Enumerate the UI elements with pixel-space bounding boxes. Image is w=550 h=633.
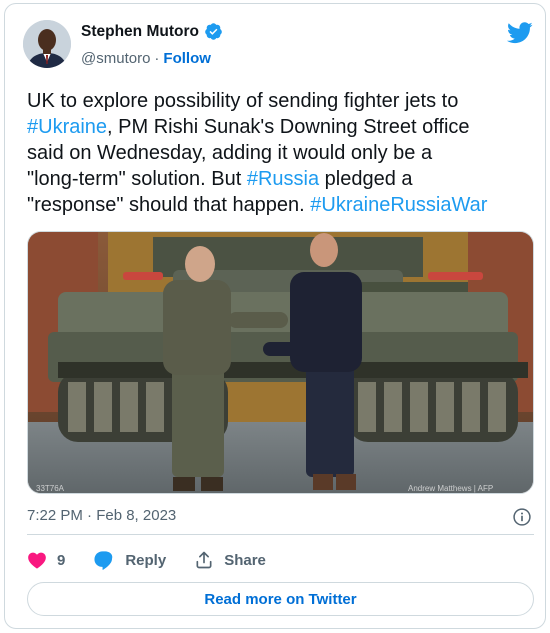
- photo-id: 33T76A: [36, 484, 65, 493]
- action-bar: 9 Reply Share: [27, 549, 294, 571]
- tweet-timestamp[interactable]: 7:22 PM · Feb 8, 2023: [27, 507, 176, 524]
- like-count: 9: [57, 551, 66, 569]
- hashtag-link[interactable]: #Ukraine: [27, 116, 107, 138]
- tweet-photo[interactable]: Andrew Matthews | AFP 33T76A: [27, 231, 534, 494]
- share-label: Share: [224, 551, 266, 569]
- reply-label: Reply: [125, 551, 167, 569]
- read-more-button[interactable]: Read more on Twitter: [27, 582, 534, 616]
- tweet-header: Stephen Mutoro @smutoro · Follow: [23, 16, 533, 72]
- tweet-text-segment: UK to explore possibility of sending fig…: [27, 90, 459, 112]
- reply-bubble-icon: [94, 551, 113, 570]
- author-name-row: Stephen Mutoro: [81, 22, 223, 41]
- share-button[interactable]: Share: [194, 550, 266, 570]
- hashtag-link[interactable]: #UkraineRussiaWar: [310, 194, 487, 216]
- divider: [27, 534, 534, 535]
- hashtag-link[interactable]: #Russia: [247, 168, 319, 190]
- follow-button[interactable]: Follow: [163, 50, 211, 67]
- timestamp-row: 7:22 PM · Feb 8, 2023: [27, 507, 534, 529]
- reply-button[interactable]: Reply: [93, 550, 166, 570]
- photo-credit: Andrew Matthews | AFP: [408, 484, 493, 493]
- separator-dot: ·: [154, 50, 160, 67]
- author-handle-row: @smutoro · Follow: [81, 50, 211, 67]
- info-icon[interactable]: [512, 507, 532, 527]
- tweet-text: UK to explore possibility of sending fig…: [27, 88, 537, 218]
- tweet-card: Stephen Mutoro @smutoro · Follow UK to e…: [4, 3, 546, 629]
- like-button[interactable]: 9: [27, 551, 65, 569]
- author-avatar[interactable]: [23, 20, 71, 68]
- author-name[interactable]: Stephen Mutoro: [81, 23, 199, 41]
- read-more-label: Read more on Twitter: [204, 590, 357, 608]
- heart-icon: [28, 552, 46, 569]
- twitter-bird-icon[interactable]: [507, 22, 533, 44]
- share-icon: [196, 551, 212, 569]
- verified-badge-icon: [205, 23, 222, 40]
- author-handle[interactable]: @smutoro: [81, 50, 150, 67]
